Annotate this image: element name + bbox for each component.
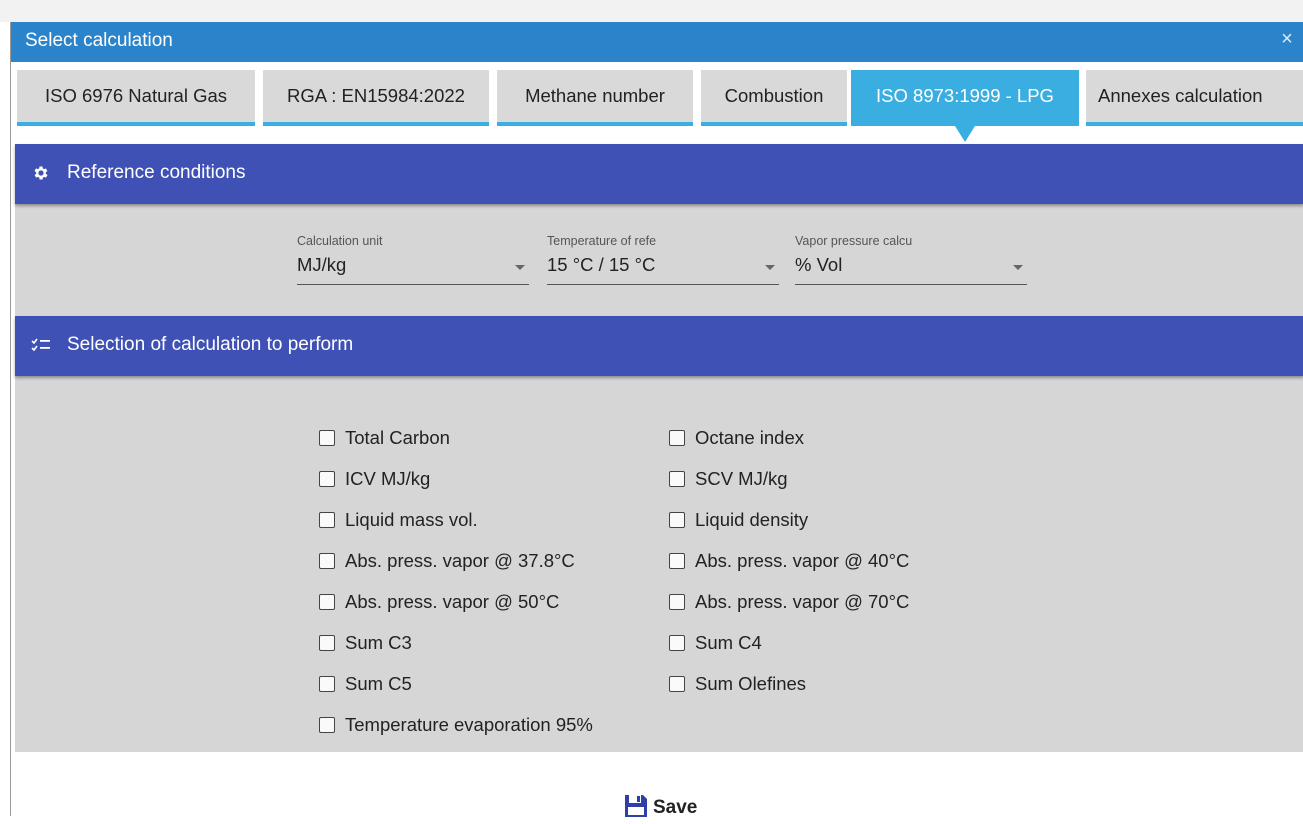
checklist-icon <box>31 335 51 355</box>
tab-rga-en15984[interactable]: RGA : EN15984:2022 <box>263 70 489 126</box>
dropdown-arrow-icon <box>515 265 525 270</box>
selection-of-calculation-title: Selection of calculation to perform <box>67 334 354 355</box>
checkbox-label: Liquid mass vol. <box>345 509 478 530</box>
field-value: % Vol <box>795 254 843 275</box>
close-icon[interactable]: × <box>1276 28 1298 50</box>
checkbox-label: Temperature evaporation 95% <box>345 714 593 735</box>
checkbox-box[interactable] <box>669 430 685 446</box>
dropdown-arrow-icon <box>1013 265 1023 270</box>
checkbox-label: Liquid density <box>695 509 809 530</box>
calculation-panel: Reference conditions Calculation unit MJ… <box>15 144 1303 752</box>
checkbox-sum-c4[interactable]: Sum C4 <box>669 630 762 656</box>
selection-of-calculation-header[interactable]: Selection of calculation to perform <box>15 316 1303 376</box>
checkbox-label: Sum C3 <box>345 632 412 653</box>
checkbox-label: Sum C5 <box>345 673 412 694</box>
checkbox-box[interactable] <box>669 471 685 487</box>
save-button[interactable]: Save <box>623 792 697 824</box>
checkbox-label: Sum C4 <box>695 632 762 653</box>
field-label: Vapor pressure calcu <box>795 234 913 248</box>
checkbox-box[interactable] <box>319 430 335 446</box>
checkbox-icv[interactable]: ICV MJ/kg <box>319 466 430 492</box>
checkbox-abs-press-vapor-70[interactable]: Abs. press. vapor @ 70°C <box>669 589 909 615</box>
dialog-title: Select calculation <box>25 30 173 51</box>
checkbox-sum-c3[interactable]: Sum C3 <box>319 630 412 656</box>
checkbox-label: Abs. press. vapor @ 70°C <box>695 591 910 612</box>
checkbox-liquid-density[interactable]: Liquid density <box>669 507 808 533</box>
checkbox-label: Sum Olefines <box>695 673 807 694</box>
tab-label: RGA : EN15984:2022 <box>287 85 465 106</box>
checkbox-box[interactable] <box>669 635 685 651</box>
field-underline <box>795 284 1027 285</box>
checkbox-box[interactable] <box>669 553 685 569</box>
checkbox-box[interactable] <box>669 512 685 528</box>
checkbox-box[interactable] <box>319 594 335 610</box>
gear-icon <box>31 163 51 183</box>
tab-label: Annexes calculation <box>1098 85 1263 106</box>
calculation-unit-select[interactable]: Calculation unit MJ/kg <box>297 232 529 292</box>
reference-temperature-select[interactable]: Temperature of refe 15 °C / 15 °C <box>547 232 779 292</box>
checkbox-sum-olefines[interactable]: Sum Olefines <box>669 671 806 697</box>
checkbox-box[interactable] <box>319 471 335 487</box>
checkbox-total-carbon[interactable]: Total Carbon <box>319 425 450 451</box>
checkbox-box[interactable] <box>319 553 335 569</box>
reference-conditions-header[interactable]: Reference conditions <box>15 144 1303 204</box>
checkbox-abs-press-vapor-40[interactable]: Abs. press. vapor @ 40°C <box>669 548 909 574</box>
calculation-tabs: ISO 6976 Natural Gas RGA : EN15984:2022 … <box>17 70 1303 142</box>
checkbox-label: Total Carbon <box>345 427 450 448</box>
field-value: MJ/kg <box>297 254 347 275</box>
checkbox-abs-press-vapor-50[interactable]: Abs. press. vapor @ 50°C <box>319 589 559 615</box>
tab-combustion[interactable]: Combustion <box>701 70 847 126</box>
tab-iso6976-natural-gas[interactable]: ISO 6976 Natural Gas <box>17 70 255 126</box>
checkbox-label: Octane index <box>695 427 805 448</box>
checkbox-box[interactable] <box>319 717 335 733</box>
dialog-title-bar: Select calculation × <box>11 22 1303 62</box>
tab-iso8973-lpg[interactable]: ISO 8973:1999 - LPG <box>851 70 1079 142</box>
tab-label: ISO 6976 Natural Gas <box>44 85 227 106</box>
field-label: Temperature of refe <box>547 234 657 248</box>
reference-conditions-title: Reference conditions <box>67 162 246 183</box>
checkbox-label: Abs. press. vapor @ 37.8°C <box>345 550 575 571</box>
checkbox-box[interactable] <box>669 594 685 610</box>
checkbox-abs-press-vapor-37-8[interactable]: Abs. press. vapor @ 37.8°C <box>319 548 575 574</box>
checkbox-label: Abs. press. vapor @ 40°C <box>695 550 910 571</box>
field-underline <box>547 284 779 285</box>
tab-label: ISO 8973:1999 - LPG <box>876 85 1054 106</box>
field-value: 15 °C / 15 °C <box>547 254 656 275</box>
tab-label: Methane number <box>525 85 665 106</box>
tab-annexes-calculation[interactable]: Annexes calculation <box>1086 70 1303 126</box>
field-label: Calculation unit <box>297 234 383 248</box>
checkbox-box[interactable] <box>319 635 335 651</box>
top-strip <box>0 0 1303 22</box>
checkbox-octane-index[interactable]: Octane index <box>669 425 804 451</box>
checkbox-box[interactable] <box>319 676 335 692</box>
checkbox-label: SCV MJ/kg <box>695 468 788 489</box>
checkbox-liquid-mass-vol[interactable]: Liquid mass vol. <box>319 507 478 533</box>
checkbox-label: Abs. press. vapor @ 50°C <box>345 591 560 612</box>
checkbox-sum-c5[interactable]: Sum C5 <box>319 671 412 697</box>
select-calculation-dialog: Select calculation × ISO 6976 Natural Ga… <box>10 22 1303 818</box>
tab-methane-number[interactable]: Methane number <box>497 70 693 126</box>
checkbox-scv[interactable]: SCV MJ/kg <box>669 466 788 492</box>
tab-label: Combustion <box>724 85 824 106</box>
field-underline <box>297 284 529 285</box>
checkbox-box[interactable] <box>319 512 335 528</box>
vapor-pressure-calculation-select[interactable]: Vapor pressure calcu % Vol <box>795 232 1027 292</box>
checkbox-label: ICV MJ/kg <box>345 468 431 489</box>
checkbox-box[interactable] <box>669 676 685 692</box>
checkbox-temperature-evaporation-95[interactable]: Temperature evaporation 95% <box>319 712 593 738</box>
dropdown-arrow-icon <box>765 265 775 270</box>
floppy-disk-icon <box>623 793 649 824</box>
